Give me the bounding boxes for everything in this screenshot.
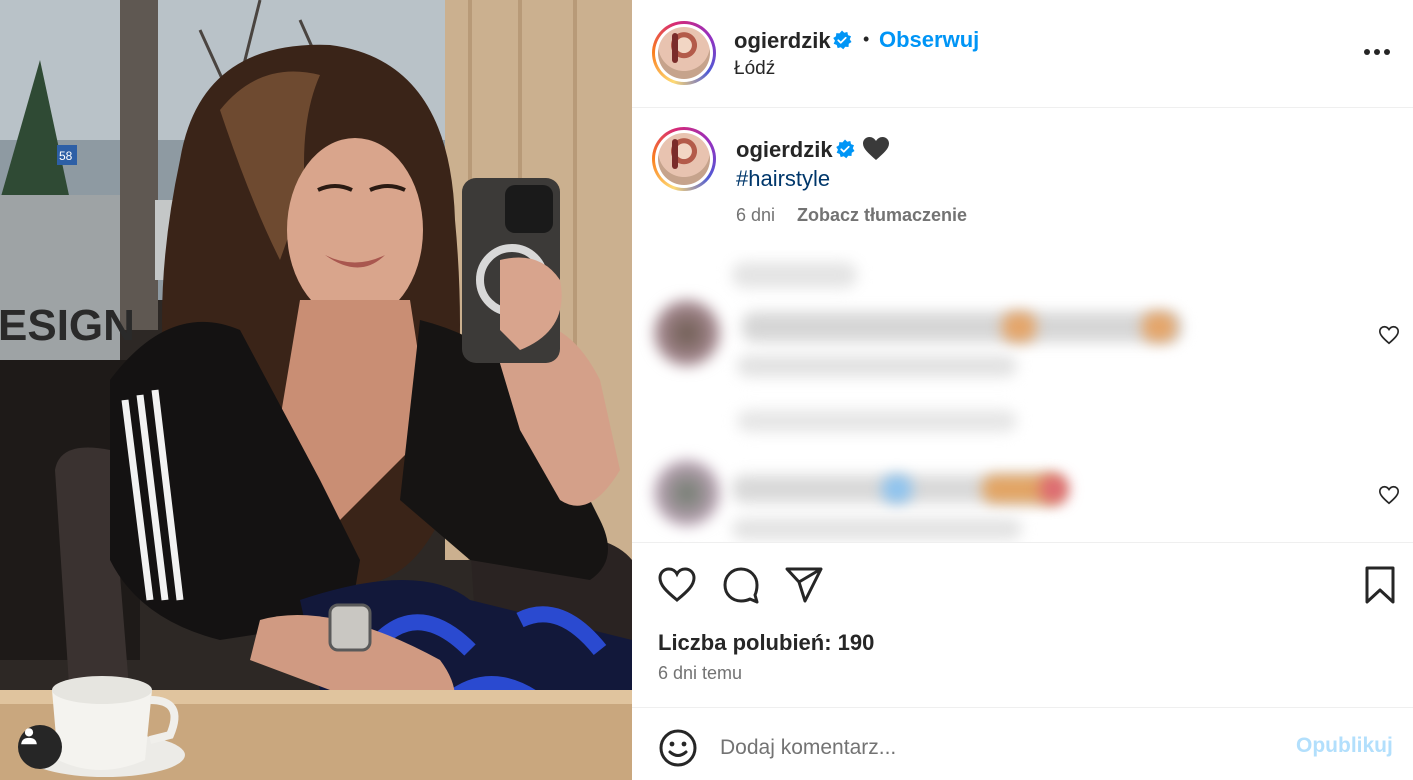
add-comment-bar: Opublikuj bbox=[632, 707, 1413, 780]
bookmark-icon[interactable] bbox=[1360, 565, 1400, 605]
post-actions: Liczba polubień: 190 6 dni temu bbox=[632, 542, 1413, 707]
more-options-icon[interactable] bbox=[1360, 38, 1394, 66]
caption-time[interactable]: 6 dni bbox=[736, 205, 775, 226]
header-separator: • bbox=[863, 29, 870, 49]
comment-like-heart-icon[interactable] bbox=[1378, 324, 1400, 346]
storefront-text: ESIGN bbox=[0, 301, 135, 350]
follow-button[interactable]: Obserwuj bbox=[879, 27, 979, 53]
caption-avatar[interactable] bbox=[652, 127, 716, 191]
post-photo[interactable]: ESIGN 58 bbox=[0, 0, 632, 780]
likes-count[interactable]: Liczba polubień: 190 bbox=[658, 630, 874, 656]
verified-badge-icon bbox=[836, 139, 855, 159]
photo-illustration: ESIGN 58 bbox=[0, 0, 632, 780]
post-header: ogierdzik • Obserwuj Łódź bbox=[632, 0, 1413, 108]
svg-text:58: 58 bbox=[59, 149, 73, 163]
post-location[interactable]: Łódź bbox=[734, 58, 775, 80]
comment-like-heart-icon[interactable] bbox=[1378, 484, 1400, 506]
publish-button[interactable]: Opublikuj bbox=[1296, 734, 1393, 758]
black-heart-emoji-icon bbox=[863, 137, 889, 160]
caption-username[interactable]: ogierdzik bbox=[736, 137, 833, 163]
see-translation-button[interactable]: Zobacz tłumaczenie bbox=[797, 205, 967, 226]
emoji-icon[interactable] bbox=[658, 728, 698, 768]
header-avatar[interactable] bbox=[652, 21, 716, 85]
user-tag-icon bbox=[21, 728, 37, 745]
user-tag-button[interactable] bbox=[18, 725, 62, 769]
caption-hashtag[interactable]: #hairstyle bbox=[736, 166, 830, 192]
comment-input[interactable] bbox=[720, 730, 1280, 766]
comments-list-blurred bbox=[632, 250, 1413, 542]
share-icon[interactable] bbox=[784, 565, 824, 605]
verified-badge-icon bbox=[833, 30, 852, 50]
post-timestamp[interactable]: 6 dni temu bbox=[658, 663, 742, 684]
comment-icon[interactable] bbox=[721, 565, 761, 605]
header-username[interactable]: ogierdzik bbox=[734, 28, 831, 54]
post-side-panel: ogierdzik • Obserwuj Łódź ogierdzik #hai… bbox=[632, 0, 1413, 780]
heart-icon[interactable] bbox=[657, 565, 697, 605]
